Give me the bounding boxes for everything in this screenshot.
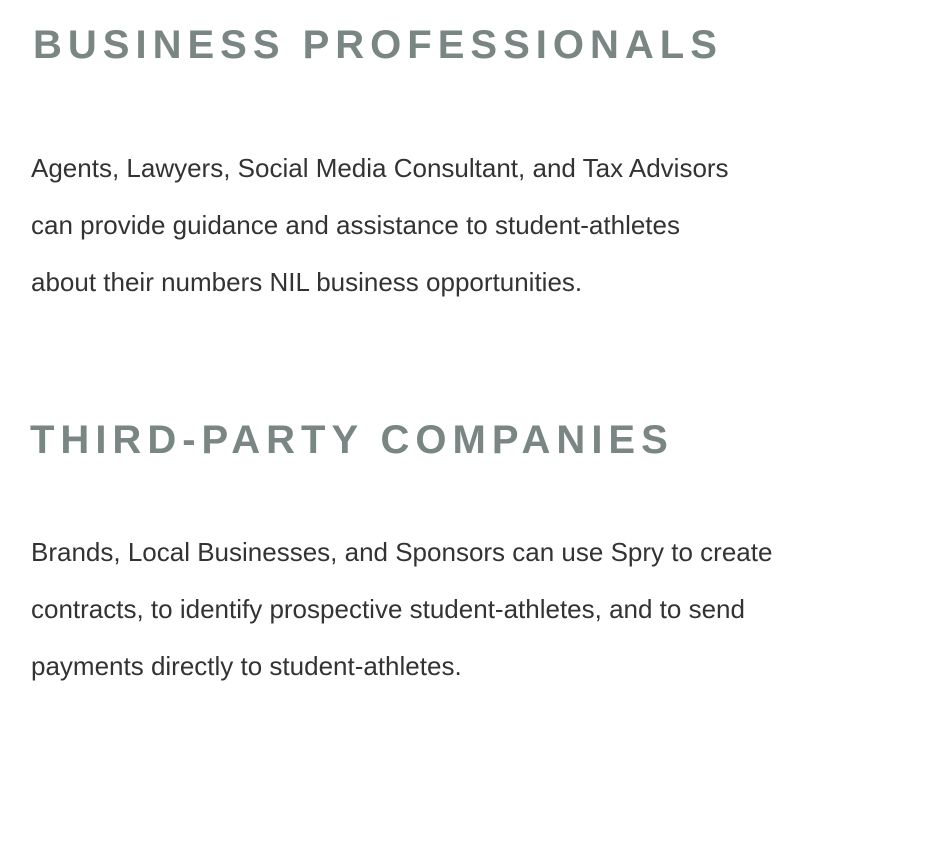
third-party-companies-line-1: Brands, Local Businesses, and Sponsors c… bbox=[31, 537, 773, 567]
page: BUSINESS PROFESSIONALS Agents, Lawyers, … bbox=[0, 0, 939, 849]
third-party-companies-description: Brands, Local Businesses, and Sponsors c… bbox=[31, 524, 772, 695]
business-professionals-line-1: Agents, Lawyers, Social Media Consultant… bbox=[31, 153, 729, 183]
third-party-companies-line-3: payments directly to student-athletes. bbox=[31, 651, 462, 681]
business-professionals-line-2: can provide guidance and assistance to s… bbox=[31, 210, 680, 240]
third-party-companies-line-2: contracts, to identify prospective stude… bbox=[31, 594, 745, 624]
business-professionals-line-3: about their numbers NIL business opportu… bbox=[31, 267, 583, 297]
business-professionals-heading: BUSINESS PROFESSIONALS bbox=[33, 23, 723, 67]
business-professionals-description: Agents, Lawyers, Social Media Consultant… bbox=[31, 140, 729, 311]
third-party-companies-heading: THIRD-PARTY COMPANIES bbox=[30, 418, 674, 462]
